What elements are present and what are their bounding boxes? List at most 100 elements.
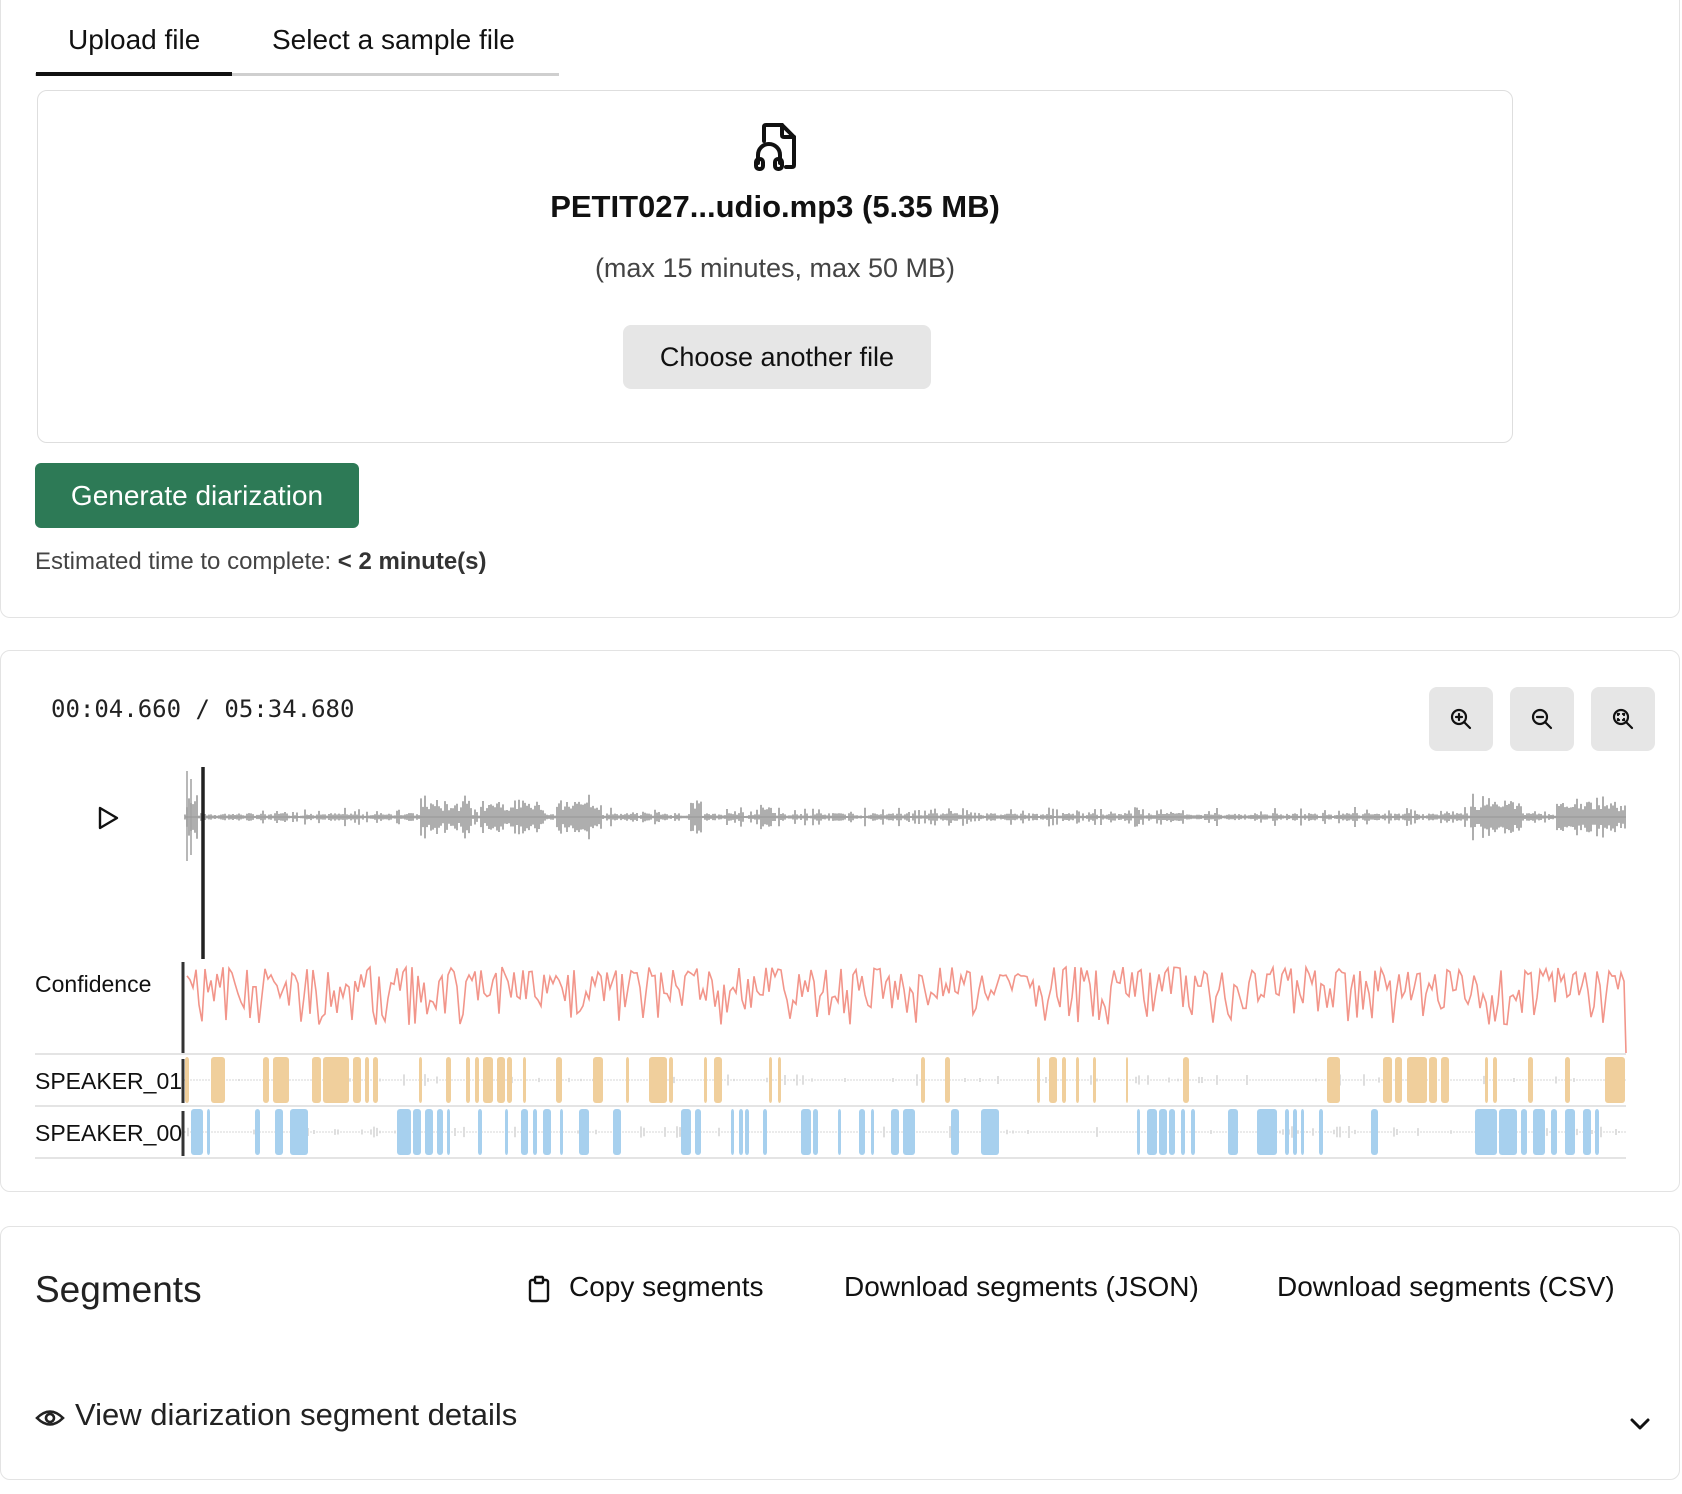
speaker-00-segment: [838, 1109, 841, 1155]
segment-details-toggle[interactable]: View diarization segment details: [35, 1391, 1655, 1441]
speaker-01-segment: [593, 1057, 603, 1103]
speaker-01-segment: [353, 1057, 361, 1103]
speaker-00-segment: [191, 1109, 203, 1155]
speaker-00-segment: [425, 1109, 433, 1155]
speaker-00-segment: [1551, 1109, 1557, 1155]
copy-segments-label: Copy segments: [569, 1271, 764, 1302]
speaker-01-segment: [1565, 1057, 1570, 1103]
audio-file-icon: [754, 123, 796, 171]
speaker-00-segment: [560, 1109, 563, 1155]
speaker-01-segment: [323, 1057, 349, 1103]
speaker-00-segment: [731, 1109, 734, 1155]
segment-details-label: View diarization segment details: [75, 1397, 518, 1432]
speaker-01-segment: [1528, 1057, 1533, 1103]
speaker-00-segment: [290, 1109, 308, 1155]
speaker-01-segment: [497, 1057, 505, 1103]
speaker-01-segment: [704, 1057, 707, 1103]
speaker-00-segment: [1475, 1109, 1497, 1155]
speaker-01-segment: [1126, 1057, 1128, 1103]
speaker-01-segment: [1076, 1057, 1079, 1103]
speaker-01-segment: [1429, 1057, 1437, 1103]
speaker-01-segment: [507, 1057, 512, 1103]
speaker-01-segment: [446, 1057, 451, 1103]
speaker-01-segment: [466, 1057, 470, 1103]
speaker-01-segment: [273, 1057, 289, 1103]
speaker-00-segment: [275, 1109, 283, 1155]
speaker-00-segment: [763, 1109, 767, 1155]
estimated-time: Estimated time to complete: < 2 minute(s…: [35, 548, 487, 576]
speaker-00-segment: [613, 1109, 621, 1155]
speaker-00-segment: [951, 1109, 959, 1155]
speaker-01-segment: [649, 1057, 667, 1103]
source-tabs: Upload file Select a sample file: [35, 0, 559, 76]
speaker-01-segment: [1049, 1057, 1057, 1103]
audio-waveform: [184, 771, 1626, 861]
speaker-00-segment: [859, 1109, 865, 1155]
speaker-00-segment: [505, 1109, 508, 1155]
speaker-01-segment: [1493, 1057, 1497, 1103]
speaker-00-segment: [1499, 1109, 1517, 1155]
clipboard-icon: [528, 1275, 550, 1303]
speaker-00-segment: [871, 1109, 874, 1155]
speaker-01-segment: [1407, 1057, 1427, 1103]
speaker-00-segment: [681, 1109, 691, 1155]
play-icon: [98, 806, 119, 830]
speaker-01-segment: [211, 1057, 225, 1103]
download-json-button[interactable]: Download segments (JSON): [844, 1271, 1199, 1303]
chevron-down-icon: [1630, 1418, 1650, 1430]
track-label-speaker-00: SPEAKER_00: [35, 1120, 183, 1146]
speaker-01-segment: [1062, 1057, 1066, 1103]
speaker-00-segment: [579, 1109, 589, 1155]
speaker-01-segment: [556, 1057, 562, 1103]
tab-select-sample[interactable]: Select a sample file: [272, 20, 515, 60]
speaker-01-segment: [1037, 1057, 1040, 1103]
waveform-timeline[interactable]: [1, 651, 1681, 1193]
speaker-00-segment: [521, 1109, 528, 1155]
file-dropzone[interactable]: PETIT027...udio.mp3 (5.35 MB) (max 15 mi…: [37, 90, 1513, 443]
speaker-01-segment: [626, 1057, 629, 1103]
speaker-00-segment: [1565, 1109, 1575, 1155]
speaker-00-segment: [1257, 1109, 1277, 1155]
track-label-speaker-01: SPEAKER_01: [35, 1068, 183, 1094]
speaker-01-segment: [475, 1057, 479, 1103]
generate-diarization-button[interactable]: Generate diarization: [35, 463, 359, 528]
speaker-00-segment: [447, 1109, 450, 1155]
speaker-01-segment: [263, 1057, 269, 1103]
download-csv-button[interactable]: Download segments (CSV): [1277, 1271, 1615, 1303]
speaker-01-segment: [945, 1057, 950, 1103]
estimate-label: Estimated time to complete:: [35, 548, 332, 575]
speaker-00-segment: [1371, 1109, 1378, 1155]
player-panel: 00:04.660 / 05:34.680 Confidence SPEAKER…: [0, 650, 1680, 1192]
speaker-00-segment: [1169, 1109, 1175, 1155]
segments-title: Segments: [35, 1269, 202, 1310]
speaker-01-segment: [669, 1057, 673, 1103]
speaker-01-segment: [714, 1057, 722, 1103]
speaker-00-segment: [813, 1109, 818, 1155]
speaker-01-segment: [1441, 1057, 1449, 1103]
speaker-01-track: [184, 1057, 1626, 1103]
track-label-confidence: Confidence: [35, 971, 152, 997]
speaker-00-segment: [891, 1109, 899, 1155]
speaker-00-segment: [1533, 1109, 1545, 1155]
play-button[interactable]: [98, 806, 119, 830]
speaker-01-segment: [1383, 1057, 1392, 1103]
tab-upload-file[interactable]: Upload file: [35, 20, 233, 76]
speaker-00-segment: [478, 1109, 482, 1155]
speaker-01-segment: [312, 1057, 321, 1103]
speaker-00-segment: [739, 1109, 743, 1155]
speaker-00-segment: [1319, 1109, 1323, 1155]
speaker-01-segment: [365, 1057, 369, 1103]
speaker-00-segment: [981, 1109, 999, 1155]
upload-panel: Upload file Select a sample file PETIT02…: [0, 0, 1680, 618]
speaker-00-segment: [1285, 1109, 1289, 1155]
speaker-00-segment: [255, 1109, 260, 1155]
speaker-00-segment: [1301, 1109, 1304, 1155]
speaker-00-segment: [1583, 1109, 1591, 1155]
speaker-00-segment: [1521, 1109, 1527, 1155]
choose-another-file-button[interactable]: Choose another file: [623, 325, 931, 389]
speaker-01-segment: [769, 1057, 772, 1103]
speaker-00-segment: [1595, 1109, 1599, 1155]
speaker-01-segment: [523, 1057, 526, 1103]
speaker-01-segment: [1183, 1057, 1189, 1103]
upload-limits: (max 15 minutes, max 50 MB): [594, 253, 956, 283]
